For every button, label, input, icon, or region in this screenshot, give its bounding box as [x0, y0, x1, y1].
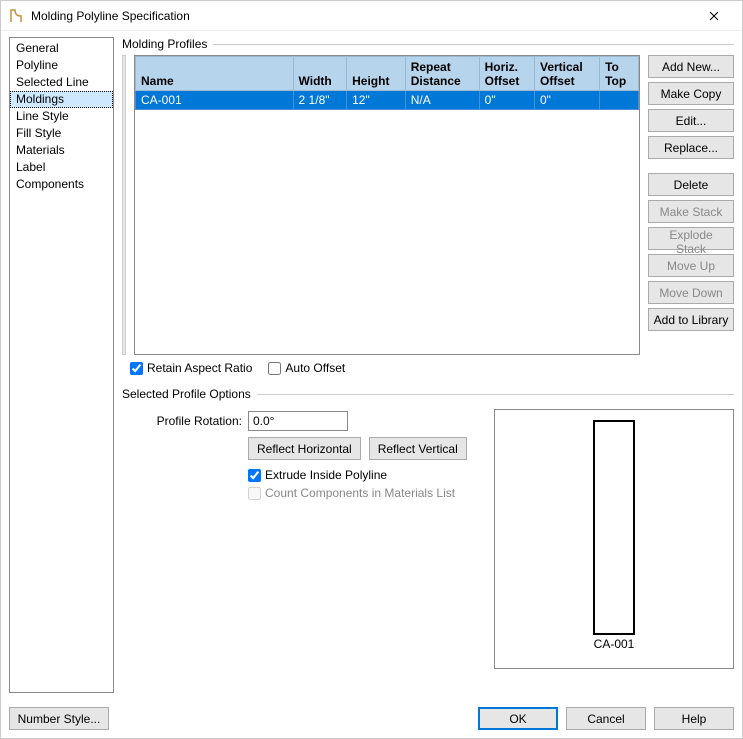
sidebar-item-moldings[interactable]: Moldings [10, 91, 113, 108]
rotation-label: Profile Rotation: [122, 414, 242, 428]
cell-width[interactable]: 2 1/8" [293, 91, 347, 110]
col-totop[interactable]: To Top [600, 57, 639, 91]
count-components-label: Count Components in Materials List [248, 486, 484, 500]
make-copy-button[interactable]: Make Copy [648, 82, 734, 105]
extrude-label[interactable]: Extrude Inside Polyline [248, 468, 484, 482]
delete-button[interactable]: Delete [648, 173, 734, 196]
cell-voffset[interactable]: 0" [534, 91, 599, 110]
col-name[interactable]: Name [136, 57, 294, 91]
col-repeat[interactable]: Repeat Distance [405, 57, 479, 91]
sidebar-item-materials[interactable]: Materials [10, 142, 113, 159]
app-icon [9, 8, 25, 24]
extrude-checkbox[interactable] [248, 469, 261, 482]
cell-hoffset[interactable]: 0" [479, 91, 534, 110]
molding-profiles-text: Molding Profiles [122, 37, 207, 51]
cancel-button[interactable]: Cancel [566, 707, 646, 730]
add-new-button[interactable]: Add New... [648, 55, 734, 78]
auto-offset-checkbox[interactable] [268, 362, 281, 375]
preview-shape [593, 420, 635, 635]
window-title: Molding Polyline Specification [31, 9, 694, 23]
sidebar-item-fill-style[interactable]: Fill Style [10, 125, 113, 142]
move-up-button: Move Up [648, 254, 734, 277]
count-components-checkbox [248, 487, 261, 500]
add-to-library-button[interactable]: Add to Library [648, 308, 734, 331]
sidebar-item-polyline[interactable]: Polyline [10, 57, 113, 74]
extrude-text: Extrude Inside Polyline [265, 468, 387, 482]
cell-totop[interactable] [600, 91, 639, 110]
auto-offset-text: Auto Offset [285, 361, 345, 375]
dialog-window: Molding Polyline Specification General P… [0, 0, 743, 739]
retain-aspect-label[interactable]: Retain Aspect Ratio [130, 361, 252, 375]
table-row[interactable]: CA-001 2 1/8" 12" N/A 0" 0" [136, 91, 639, 110]
count-components-text: Count Components in Materials List [265, 486, 455, 500]
profiles-table-wrap: Name Width Height Repeat Distance Horiz.… [134, 55, 640, 355]
cell-name[interactable]: CA-001 [136, 91, 294, 110]
molding-profiles-label: Molding Profiles [122, 37, 734, 51]
col-voffset[interactable]: Vertical Offset [534, 57, 599, 91]
sidebar-item-general[interactable]: General [10, 40, 113, 57]
auto-offset-label[interactable]: Auto Offset [268, 361, 345, 375]
sidebar-item-label[interactable]: Label [10, 159, 113, 176]
reflect-horizontal-button[interactable]: Reflect Horizontal [248, 437, 361, 460]
preview-label: CA-001 [594, 637, 635, 651]
divider [213, 44, 734, 45]
help-button[interactable]: Help [654, 707, 734, 730]
move-down-button: Move Down [648, 281, 734, 304]
cell-repeat[interactable]: N/A [405, 91, 479, 110]
col-width[interactable]: Width [293, 57, 347, 91]
divider [257, 394, 734, 395]
titlebar: Molding Polyline Specification [1, 1, 742, 31]
reflect-vertical-button[interactable]: Reflect Vertical [369, 437, 467, 460]
profiles-table[interactable]: Name Width Height Repeat Distance Horiz.… [135, 56, 639, 110]
sidebar-item-line-style[interactable]: Line Style [10, 108, 113, 125]
sidebar-item-selected-line[interactable]: Selected Line [10, 74, 113, 91]
col-height[interactable]: Height [347, 57, 406, 91]
number-style-button[interactable]: Number Style... [9, 707, 109, 730]
profile-buttons: Add New... Make Copy Edit... Replace... … [648, 55, 734, 355]
edit-button[interactable]: Edit... [648, 109, 734, 132]
sidebar-item-components[interactable]: Components [10, 176, 113, 193]
explode-stack-button: Explode Stack [648, 227, 734, 250]
retain-aspect-text: Retain Aspect Ratio [147, 361, 252, 375]
col-hoffset[interactable]: Horiz. Offset [479, 57, 534, 91]
make-stack-button: Make Stack [648, 200, 734, 223]
retain-aspect-checkbox[interactable] [130, 362, 143, 375]
rotation-input[interactable] [248, 411, 348, 431]
profile-preview: CA-001 [494, 409, 734, 669]
selected-profile-text: Selected Profile Options [122, 387, 251, 401]
scrollbar-stub[interactable] [122, 55, 126, 355]
replace-button[interactable]: Replace... [648, 136, 734, 159]
cell-height[interactable]: 12" [347, 91, 406, 110]
selected-profile-label: Selected Profile Options [122, 387, 734, 401]
ok-button[interactable]: OK [478, 707, 558, 730]
category-sidebar: General Polyline Selected Line Moldings … [9, 37, 114, 693]
close-button[interactable] [694, 2, 734, 30]
